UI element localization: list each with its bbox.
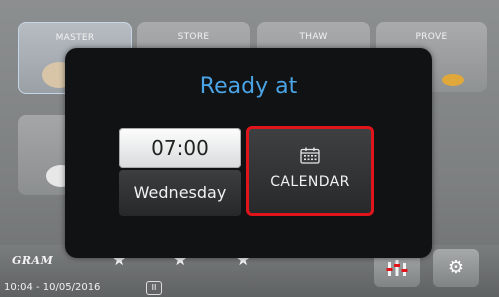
calendar-icon — [300, 147, 320, 164]
tab-label: MASTER — [55, 33, 95, 43]
gears-icon[interactable]: ⚙ — [433, 249, 479, 287]
bread-icon — [442, 74, 464, 86]
tab-label: PROVE — [415, 32, 448, 42]
calendar-button[interactable]: CALENDAR — [246, 126, 374, 216]
tab-label: STORE — [177, 32, 210, 42]
day-field[interactable]: Wednesday — [119, 170, 241, 216]
pause-button[interactable]: II — [146, 281, 162, 295]
dialog-title: Ready at — [199, 74, 298, 99]
time-field[interactable]: 07:00 — [119, 128, 241, 168]
oven-screen: MASTER STORE THAW PROVE HOL GRAM ★ ★ ★ ⚙… — [0, 0, 499, 297]
status-datetime: 10:04 - 10/05/2016 — [4, 282, 101, 293]
calendar-label: CALENDAR — [270, 174, 350, 190]
brand-logo: GRAM — [12, 254, 54, 267]
ready-at-dialog: Ready at 07:00 Wednesday CALENDAR — [65, 48, 432, 258]
tab-label: THAW — [299, 32, 328, 42]
